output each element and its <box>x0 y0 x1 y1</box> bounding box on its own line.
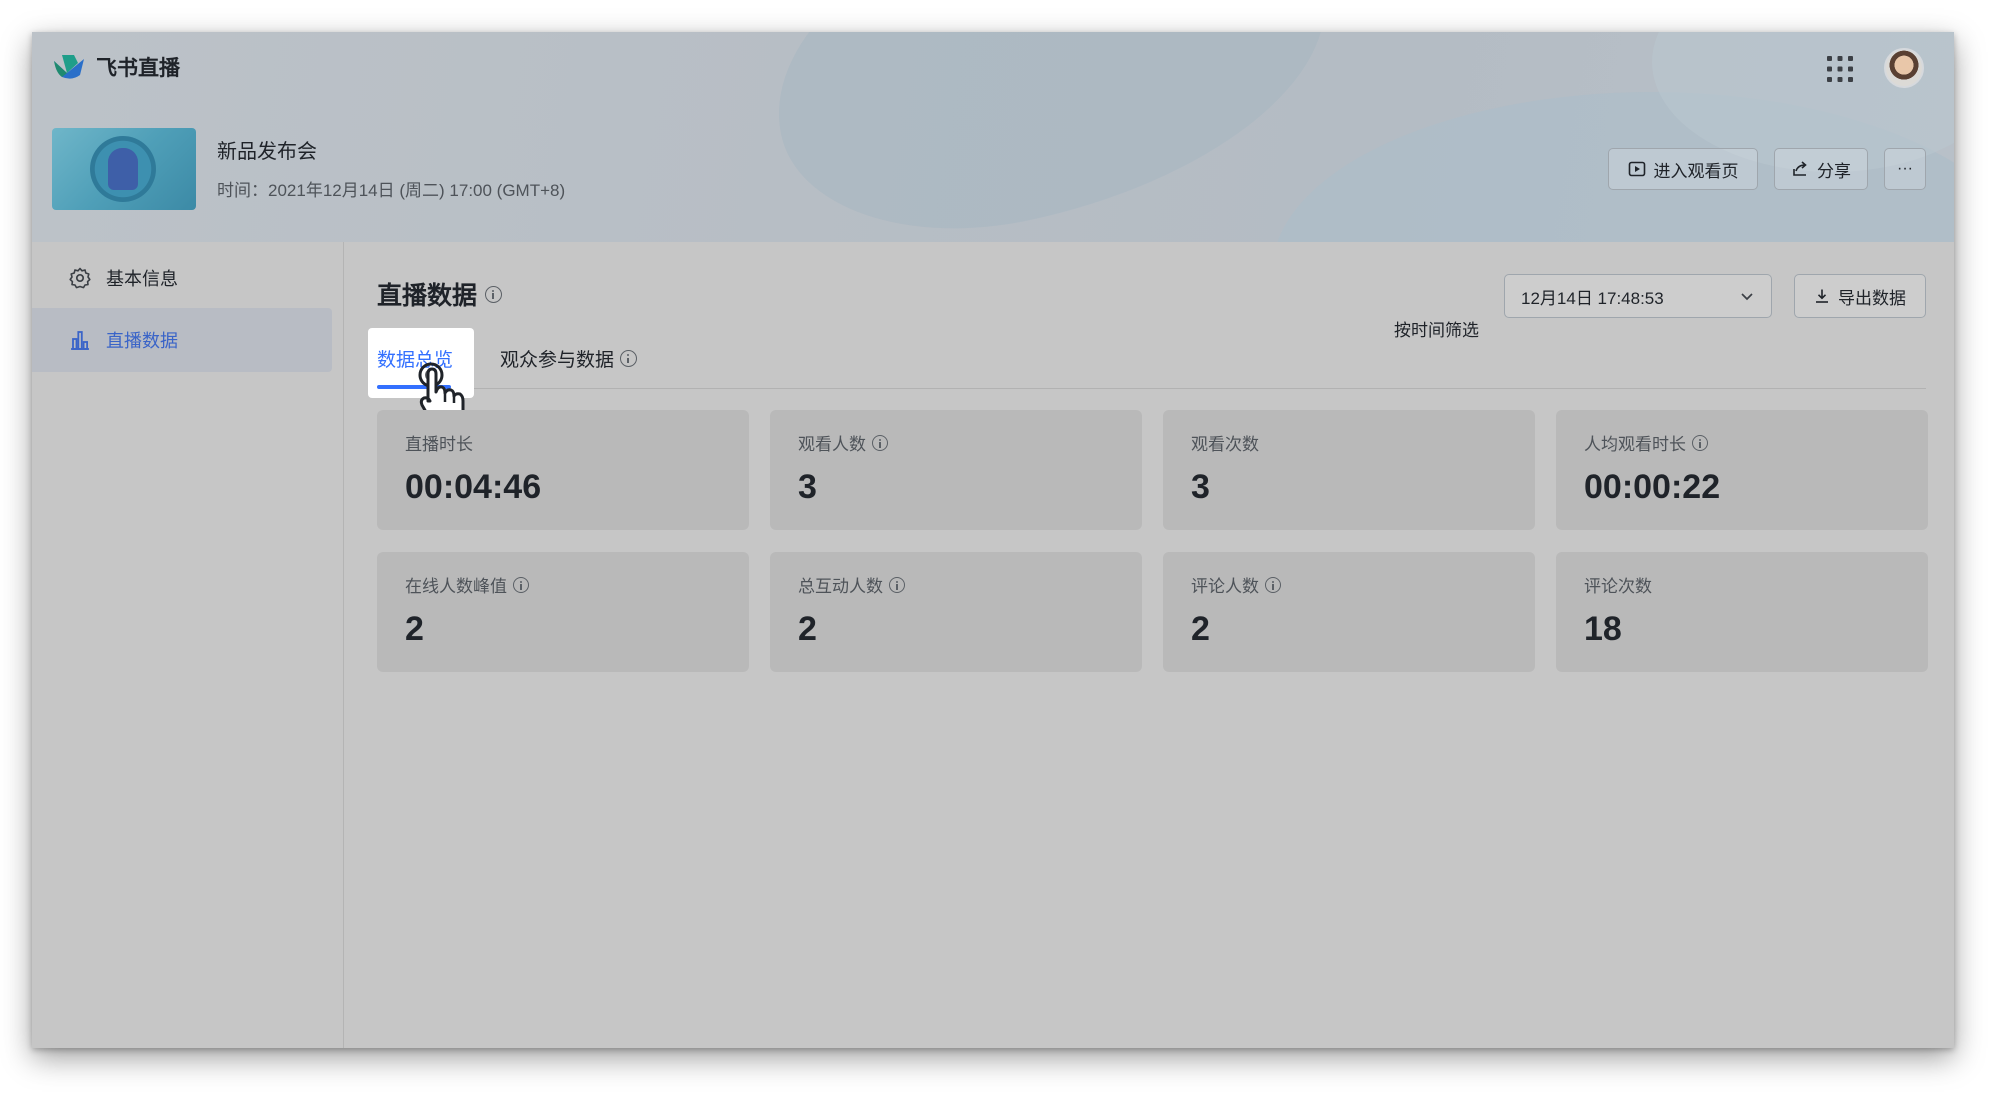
info-icon[interactable] <box>872 434 888 451</box>
stat-card-total-interactors: 总互动人数 2 <box>770 552 1142 672</box>
export-data-button[interactable]: 导出数据 <box>1794 274 1926 318</box>
stat-label: 观看人数 <box>798 430 888 455</box>
time-filter-label: 按时间筛选 <box>1394 321 1479 340</box>
stat-label-text: 观看次数 <box>1191 435 1259 454</box>
stat-label-text: 观看人数 <box>798 435 866 454</box>
stat-value: 00:00:22 <box>1584 468 1721 506</box>
enter-watch-page-label: 进入观看页 <box>1653 161 1739 181</box>
stat-value: 00:04:46 <box>405 468 542 506</box>
share-button[interactable]: 分享 <box>1774 148 1868 190</box>
feishu-logo-icon <box>54 55 84 79</box>
info-icon[interactable] <box>889 576 905 593</box>
stat-value: 2 <box>798 610 817 648</box>
info-icon[interactable] <box>1692 434 1708 451</box>
stat-card-peak-online: 在线人数峰值 2 <box>377 552 749 672</box>
stat-label-text: 人均观看时长 <box>1584 435 1686 454</box>
sidebar-item-live-data[interactable]: 直播数据 <box>32 308 332 372</box>
stat-card-comments: 评论次数 18 <box>1556 552 1928 672</box>
stat-label: 在线人数峰值 <box>405 572 529 597</box>
stat-label-text: 总互动人数 <box>798 577 883 596</box>
app-brand[interactable]: 飞书直播 <box>52 52 180 82</box>
app-grid-icon[interactable] <box>1826 55 1854 83</box>
app-name: 飞书直播 <box>96 57 180 80</box>
chevron-down-icon <box>1741 293 1753 301</box>
gear-icon <box>69 267 91 289</box>
info-icon[interactable] <box>1265 576 1281 593</box>
sidebar-item-label: 基本信息 <box>106 269 178 289</box>
info-icon[interactable] <box>620 350 638 367</box>
tab-audience-engagement[interactable]: 观众参与数据 <box>500 345 638 372</box>
event-thumbnail <box>52 128 196 210</box>
bar-chart-icon <box>71 331 89 350</box>
stat-card-live-duration: 直播时长 00:04:46 <box>377 410 749 530</box>
app-window: 飞书直播 新品发布会 时间：2021年12月14日 (周二) 17:00 (GM… <box>32 32 1954 1048</box>
time-filter-select[interactable]: 12月14日 17:48:53 <box>1504 274 1772 318</box>
stat-value: 3 <box>1191 468 1210 506</box>
download-icon <box>1816 289 1828 303</box>
play-screen-icon <box>1628 161 1645 177</box>
page-title-text: 直播数据 <box>377 282 478 310</box>
event-header: 飞书直播 新品发布会 时间：2021年12月14日 (周二) 17:00 (GM… <box>32 32 1954 242</box>
event-title: 新品发布会 <box>217 141 317 163</box>
tabs-divider <box>377 388 1926 389</box>
stat-label: 人均观看时长 <box>1584 430 1708 455</box>
more-options-button[interactable]: ··· <box>1884 148 1926 190</box>
stat-label: 评论次数 <box>1584 572 1652 597</box>
more-icon: ··· <box>1897 160 1913 177</box>
sidebar: 基本信息 直播数据 <box>32 242 344 1048</box>
sidebar-item-basic-info[interactable]: 基本信息 <box>32 246 332 310</box>
share-label: 分享 <box>1817 161 1851 181</box>
stat-card-avg-watch-time: 人均观看时长 00:00:22 <box>1556 410 1928 530</box>
sidebar-item-label: 直播数据 <box>106 331 178 351</box>
stat-label-text: 评论人数 <box>1191 577 1259 596</box>
page-title: 直播数据 <box>377 276 503 312</box>
event-time-label: 时间： <box>217 181 268 200</box>
stat-value: 3 <box>798 468 817 506</box>
stat-label-text: 在线人数峰值 <box>405 577 507 596</box>
stat-label: 总互动人数 <box>798 572 905 597</box>
share-icon <box>1793 161 1807 176</box>
stat-card-viewers: 观看人数 3 <box>770 410 1142 530</box>
stat-label: 观看次数 <box>1191 430 1259 455</box>
info-icon[interactable] <box>513 576 529 593</box>
stat-value: 2 <box>1191 610 1210 648</box>
tab-label: 观众参与数据 <box>500 350 615 371</box>
stat-label: 直播时长 <box>405 430 473 455</box>
stat-label: 评论人数 <box>1191 572 1281 597</box>
event-time-value: 2021年12月14日 (周二) 17:00 (GMT+8) <box>268 181 566 200</box>
user-avatar[interactable] <box>1884 48 1924 88</box>
stat-card-views: 观看次数 3 <box>1163 410 1535 530</box>
export-data-label: 导出数据 <box>1838 288 1906 308</box>
enter-watch-page-button[interactable]: 进入观看页 <box>1608 148 1758 190</box>
stat-card-commenters: 评论人数 2 <box>1163 552 1535 672</box>
stat-label-text: 直播时长 <box>405 435 473 454</box>
time-filter-value: 12月14日 17:48:53 <box>1521 288 1664 308</box>
stat-value: 18 <box>1584 610 1622 648</box>
stat-value: 2 <box>405 610 424 648</box>
info-icon[interactable] <box>485 285 503 303</box>
stat-label-text: 评论次数 <box>1584 577 1652 596</box>
event-time: 时间：2021年12月14日 (周二) 17:00 (GMT+8) <box>217 176 565 201</box>
